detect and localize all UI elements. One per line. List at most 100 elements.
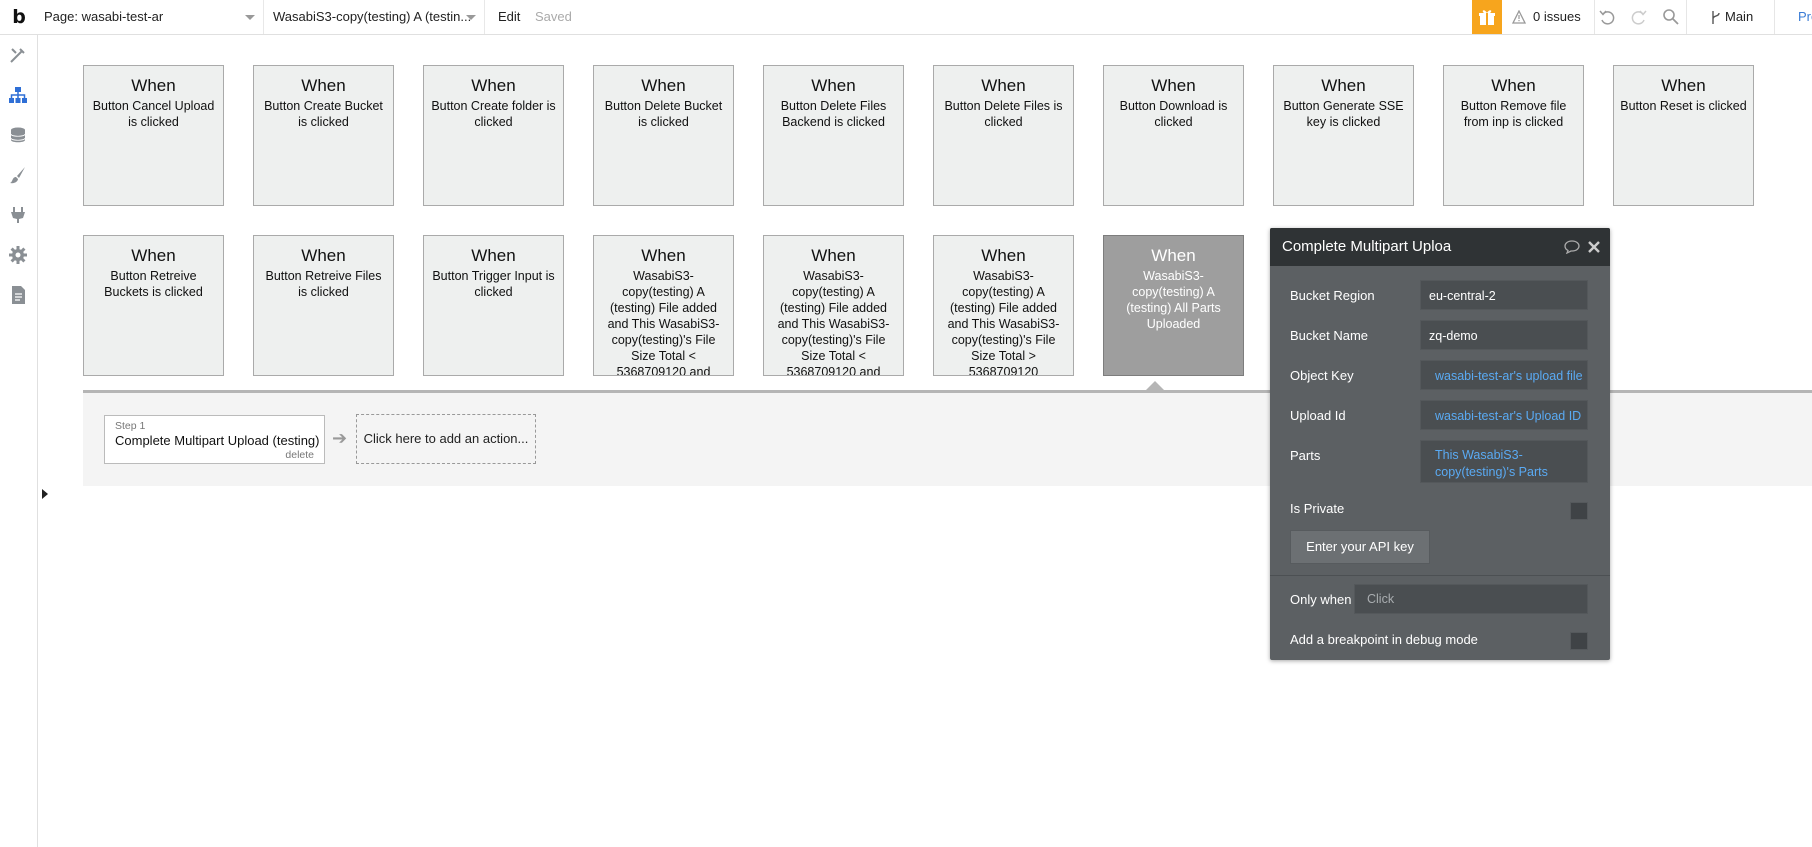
event-card[interactable]: When WasabiS3-copy(testing) A (testing) F…	[593, 235, 734, 376]
only-when-label: Only when	[1290, 592, 1352, 607]
event-when-label: When	[471, 76, 516, 95]
event-description: WasabiS3-copy(testing) A (testing) All P…	[1126, 269, 1221, 331]
preview-link[interactable]: Pre	[1798, 0, 1812, 34]
page-selector[interactable]: Page: wasabi-test-ar	[36, 0, 264, 34]
event-card[interactable]: When Button Create Bucket is clicked	[253, 65, 394, 206]
logs-icon[interactable]	[8, 285, 28, 305]
divider	[1774, 0, 1775, 34]
event-card[interactable]: When Button Retreive Buckets is clicked	[83, 235, 224, 376]
divider	[1270, 575, 1610, 576]
expand-sidebar-icon[interactable]	[42, 489, 48, 499]
event-when-label: When	[301, 76, 346, 95]
event-description: Button Reset is clicked	[1620, 99, 1747, 113]
chevron-down-icon	[245, 15, 255, 20]
close-icon[interactable]	[1588, 241, 1600, 253]
event-description: Button Retreive Buckets is clicked	[104, 269, 203, 299]
step-title: Complete Multipart Upload (testing)	[115, 433, 320, 448]
event-card[interactable]: When Button Delete Files is clicked	[933, 65, 1074, 206]
chevron-down-icon	[466, 15, 476, 20]
event-when-label: When	[131, 246, 176, 265]
bucket-name-field[interactable]: zq-demo	[1420, 320, 1588, 350]
plugins-icon[interactable]	[8, 205, 28, 225]
event-when-label: When	[1321, 76, 1366, 95]
event-description: Button Delete Files is clicked	[944, 99, 1063, 129]
parts-label: Parts	[1290, 448, 1321, 463]
element-selector-label: WasabiS3-copy(testing) A (testin...	[273, 9, 472, 24]
event-description: Button Delete Bucket is clicked	[604, 99, 723, 129]
event-when-label: When	[301, 246, 346, 265]
event-when-label: When	[641, 76, 686, 95]
parts-field[interactable]: This WasabiS3-copy(testing)'s Parts	[1420, 440, 1588, 483]
event-card[interactable]: When Button Delete Bucket is clicked	[593, 65, 734, 206]
event-when-label: When	[1151, 246, 1196, 265]
gift-button[interactable]	[1472, 0, 1502, 34]
bucket-region-field[interactable]: eu-central-2	[1420, 280, 1588, 310]
design-icon[interactable]	[8, 45, 28, 65]
action-step[interactable]: Step 1 Complete Multipart Upload (testin…	[104, 415, 325, 464]
panel-title: Complete Multipart Uploa	[1282, 238, 1452, 255]
object-key-field[interactable]: wasabi-test-ar's upload file	[1420, 360, 1588, 390]
event-card[interactable]: When Button Cancel Upload is clicked	[83, 65, 224, 206]
event-description: Button Remove file from inp is clicked	[1460, 99, 1567, 129]
event-card[interactable]: When WasabiS3-copy(testing) A (testing) F…	[763, 235, 904, 376]
issues-count[interactable]: 0 issues	[1533, 0, 1581, 34]
event-when-label: When	[811, 246, 856, 265]
panel-header: Complete Multipart Uploa	[1270, 228, 1610, 266]
add-action-button[interactable]: Click here to add an action...	[356, 414, 536, 464]
event-card[interactable]: When Button Retreive Files is clicked	[253, 235, 394, 376]
styles-icon[interactable]	[8, 165, 28, 185]
data-icon[interactable]	[8, 125, 28, 145]
branch-icon	[1712, 11, 1720, 24]
event-when-label: When	[981, 246, 1026, 265]
event-card[interactable]: When Button Download is clicked	[1103, 65, 1244, 206]
workflow-icon[interactable]	[8, 85, 28, 105]
event-card[interactable]: When Button Reset is clicked	[1613, 65, 1754, 206]
event-description: Button Download is clicked	[1119, 99, 1228, 129]
gift-icon	[1479, 10, 1495, 25]
element-selector[interactable]: WasabiS3-copy(testing) A (testin...	[265, 0, 485, 34]
edit-menu[interactable]: Edit	[498, 0, 520, 34]
event-when-label: When	[131, 76, 176, 95]
is-private-checkbox[interactable]	[1570, 502, 1588, 520]
settings-icon[interactable]	[8, 245, 28, 265]
event-card[interactable]: When WasabiS3-copy(testing) A (testing) F…	[933, 235, 1074, 376]
only-when-input[interactable]: Click	[1354, 584, 1588, 614]
save-status: Saved	[535, 9, 572, 24]
event-description: Button Retreive Files is clicked	[265, 269, 382, 299]
bubble-logo[interactable]: b	[8, 6, 30, 28]
action-property-panel: Complete Multipart Uploa Bucket Region e…	[1270, 228, 1610, 660]
breakpoint-label: Add a breakpoint in debug mode	[1290, 632, 1478, 647]
breakpoint-checkbox[interactable]	[1570, 632, 1588, 650]
event-card[interactable]: When Button Create folder is clicked	[423, 65, 564, 206]
event-card[interactable]: When Button Delete Files Backend is click…	[763, 65, 904, 206]
upload-id-field[interactable]: wasabi-test-ar's Upload ID	[1420, 400, 1588, 430]
comment-icon[interactable]	[1564, 240, 1580, 254]
divider	[1686, 0, 1687, 34]
redo-icon[interactable]	[1630, 8, 1648, 26]
event-when-label: When	[1661, 76, 1706, 95]
undo-icon[interactable]	[1598, 8, 1616, 26]
arrow-right-icon: ➔	[332, 428, 348, 449]
top-bar: b Page: wasabi-test-ar WasabiS3-copy(tes…	[0, 0, 1812, 35]
event-description: Button Trigger Input is clicked	[432, 269, 555, 299]
bucket-name-label: Bucket Name	[1290, 328, 1369, 343]
event-when-label: When	[1491, 76, 1536, 95]
page-selector-label: Page: wasabi-test-ar	[44, 9, 164, 24]
event-description: Button Create folder is clicked	[431, 99, 556, 129]
enter-api-key-button[interactable]: Enter your API key	[1290, 530, 1430, 564]
search-icon[interactable]	[1662, 8, 1680, 26]
branch-selector[interactable]: Main	[1725, 0, 1753, 34]
event-description: Button Generate SSE key is clicked	[1283, 99, 1404, 129]
event-card-selected[interactable]: When WasabiS3-copy(testing) A (testing) A…	[1103, 235, 1244, 376]
event-when-label: When	[1151, 76, 1196, 95]
event-description: WasabiS3-copy(testing) A (testing) File …	[947, 269, 1060, 376]
event-card[interactable]: When Button Trigger Input is clicked	[423, 235, 564, 376]
event-description: Button Create Bucket is clicked	[264, 99, 383, 129]
event-description: Button Delete Files Backend is clicked	[780, 99, 887, 129]
event-card[interactable]: When Button Generate SSE key is clicked	[1273, 65, 1414, 206]
event-card[interactable]: When Button Remove file from inp is click…	[1443, 65, 1584, 206]
warning-icon	[1512, 10, 1526, 24]
event-when-label: When	[981, 76, 1026, 95]
bucket-region-label: Bucket Region	[1290, 288, 1375, 303]
delete-step-link[interactable]: delete	[285, 449, 314, 461]
